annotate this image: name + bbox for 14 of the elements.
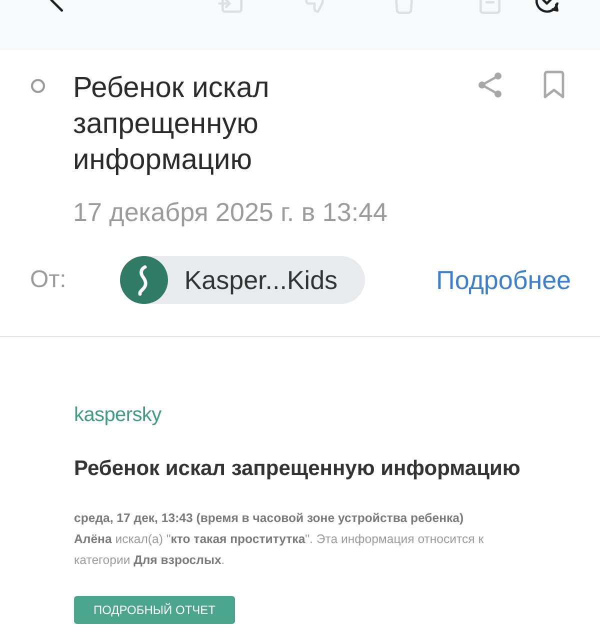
from-label: От: <box>30 266 66 294</box>
email-heading: Ребенок искал запрещенную информацию <box>74 456 522 482</box>
share-icon[interactable] <box>476 71 504 99</box>
event-timestamp: среда, 17 дек, 13:43 (время в часовой зоне устройства ребенка) <box>74 510 465 527</box>
message-subject: Ребенок искал запрещенную информацию <box>73 71 270 178</box>
read-status-icon[interactable] <box>31 79 45 93</box>
kaspersky-logo: kaspersky <box>74 403 162 427</box>
event-description: Алёна искал(а) "кто такая проститутка". Эта информация относится к категории Для взрослых. <box>74 531 485 569</box>
sender-chip[interactable]: Kasper...Kids <box>120 256 366 304</box>
sender-avatar-icon <box>120 256 168 304</box>
bookmark-icon[interactable] <box>542 70 566 100</box>
detailed-report-button[interactable]: ПОДРОБНЫЙ ОТЧЕТ <box>74 596 235 624</box>
details-link[interactable]: Подробнее <box>436 264 571 296</box>
message-date: 17 декабря 2025 г. в 13:44 <box>73 197 388 227</box>
